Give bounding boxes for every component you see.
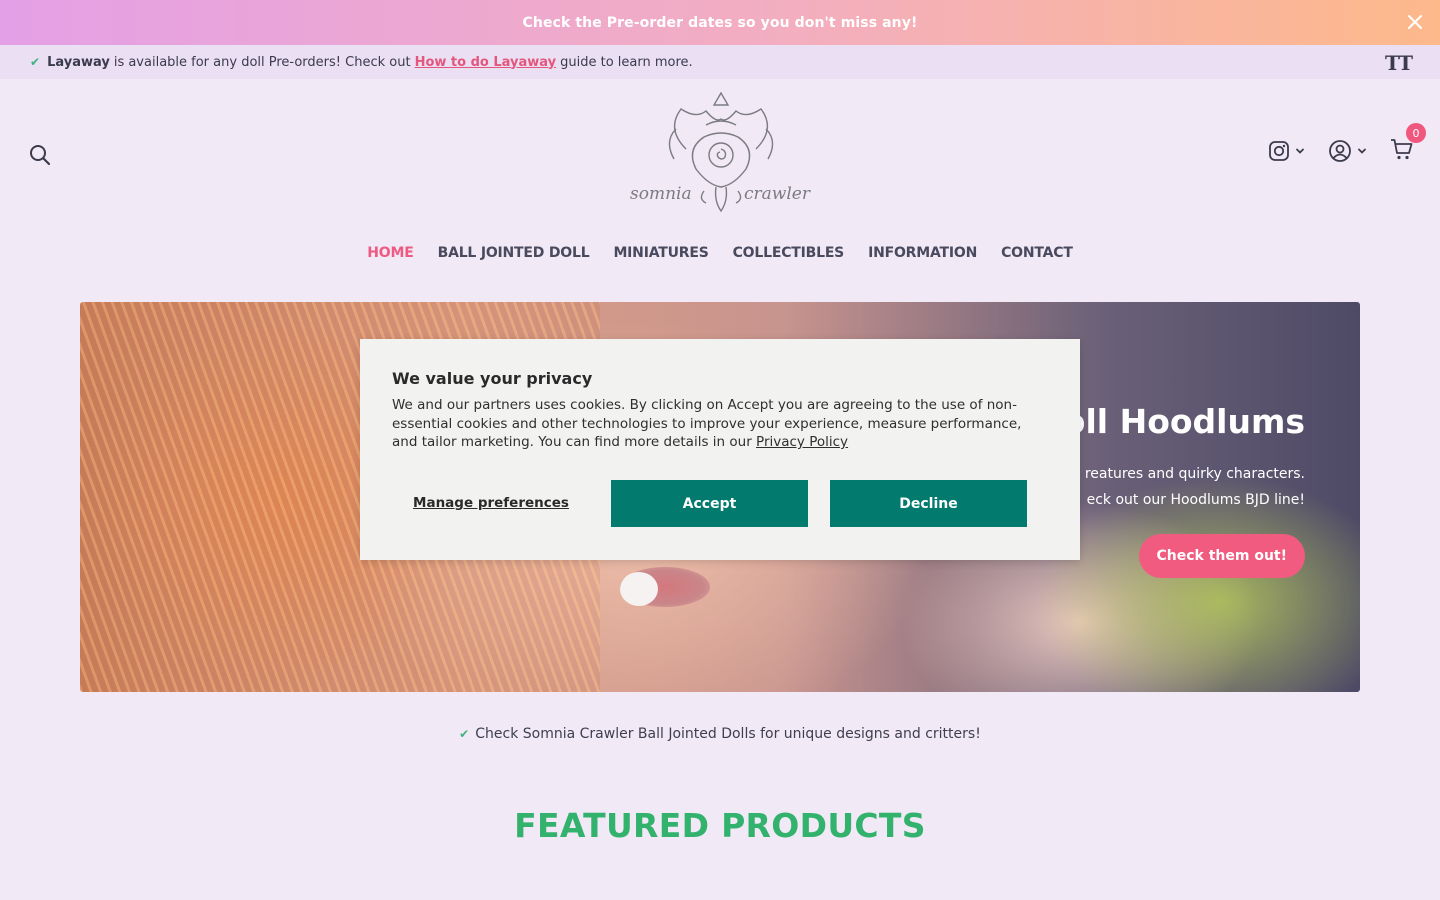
- tagline-text: Check Somnia Crawler Ball Jointed Dolls …: [475, 726, 981, 742]
- accept-button[interactable]: Accept: [611, 480, 808, 527]
- brand-logo[interactable]: somnia crawler: [626, 89, 816, 221]
- cookie-consent-dialog: We value your privacy We and our partner…: [360, 339, 1080, 560]
- nav-item-contact[interactable]: CONTACT: [1001, 245, 1073, 261]
- check-icon: ✔: [30, 55, 41, 69]
- brand-name-right: crawler: [744, 184, 811, 204]
- hero-cta-button[interactable]: Check them out!: [1138, 534, 1305, 578]
- chevron-down-icon: [1296, 148, 1304, 154]
- nav-item-miniatures[interactable]: MINIATURES: [613, 245, 708, 261]
- cookie-actions: Manage preferences Accept Decline: [392, 480, 1027, 527]
- nav-item-ball-jointed-doll[interactable]: BALL JOINTED DOLL: [438, 245, 590, 261]
- usp-bold: Layaway: [47, 54, 110, 70]
- nav-item-information[interactable]: INFORMATION: [868, 245, 977, 261]
- brand-name-left: somnia: [630, 184, 692, 204]
- main-nav: HOME BALL JOINTED DOLL MINIATURES COLLEC…: [0, 229, 1440, 277]
- featured-products-heading: FEATURED PRODUCTS: [514, 806, 926, 845]
- hero-title: oll Hoodlums: [1062, 402, 1305, 441]
- search-icon[interactable]: [28, 143, 52, 167]
- hero-line-2: eck out our Hoodlums BJD line!: [1086, 492, 1305, 508]
- font-size-icon[interactable]: TT: [1385, 51, 1413, 75]
- account-button[interactable]: [1328, 139, 1368, 163]
- hero-line-1: reatures and quirky characters.: [1084, 466, 1305, 482]
- layaway-link[interactable]: How to do Layaway: [415, 55, 557, 70]
- nav-item-home[interactable]: HOME: [367, 245, 414, 261]
- nav-item-collectibles[interactable]: COLLECTIBLES: [733, 245, 845, 261]
- hero-text: oll Hoodlums reatures and quirky charact…: [1063, 402, 1305, 513]
- manage-preferences-button[interactable]: Manage preferences: [392, 495, 590, 512]
- hero-image-earring: [620, 572, 658, 606]
- cart-count-badge: 0: [1406, 123, 1426, 143]
- cart-button[interactable]: 0: [1390, 123, 1426, 165]
- header-actions: 0: [1268, 123, 1426, 165]
- instagram-icon: [1269, 141, 1289, 161]
- instagram-button[interactable]: [1268, 140, 1306, 162]
- privacy-policy-link[interactable]: Privacy Policy: [756, 434, 848, 450]
- announcement-bar: Check the Pre-order dates so you don't m…: [0, 0, 1440, 45]
- cookie-title: We value your privacy: [392, 369, 593, 388]
- decline-button[interactable]: Decline: [830, 480, 1027, 527]
- announcement-text: Check the Pre-order dates so you don't m…: [522, 14, 918, 31]
- usp-text-after: guide to learn more.: [560, 54, 693, 70]
- chevron-down-icon: [1358, 148, 1366, 154]
- header: somnia crawler 0: [0, 79, 1440, 229]
- cookie-body: We and our partners uses cookies. By cli…: [392, 396, 1048, 452]
- user-icon: [1329, 140, 1351, 162]
- tagline: ✔ Check Somnia Crawler Ball Jointed Dolls…: [0, 726, 1440, 742]
- cookie-body-text: We and our partners uses cookies. By cli…: [392, 397, 1022, 450]
- close-icon[interactable]: [1404, 11, 1426, 33]
- usp-text-before: is available for any doll Pre-orders! Ch…: [113, 54, 411, 70]
- check-icon: ✔: [459, 727, 470, 741]
- usp-bar: ✔ Layaway is available for any doll Pre-…: [0, 45, 1440, 79]
